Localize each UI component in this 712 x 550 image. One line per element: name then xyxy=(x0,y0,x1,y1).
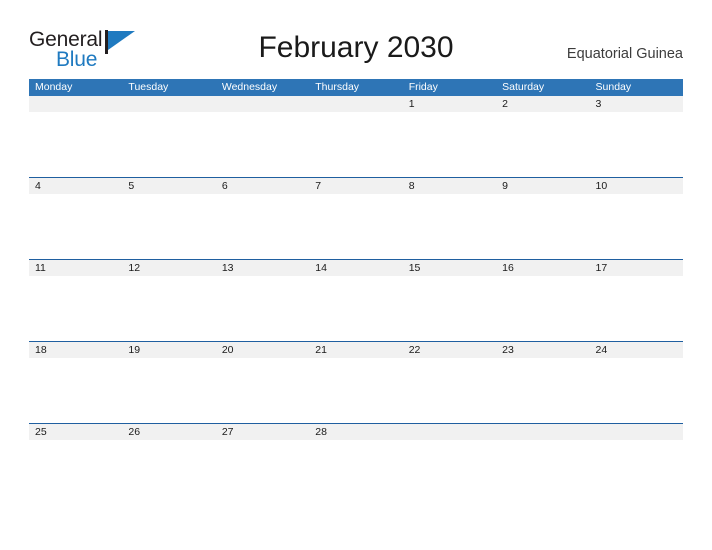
week-body[interactable] xyxy=(29,194,683,259)
day-cell[interactable]: 1 xyxy=(403,96,496,112)
day-cell[interactable] xyxy=(403,424,496,440)
weekday-header-monday: Monday xyxy=(35,81,73,93)
day-cell[interactable]: 26 xyxy=(122,424,215,440)
day-cell[interactable] xyxy=(29,96,122,112)
day-cell[interactable]: 24 xyxy=(590,342,683,358)
day-cell[interactable]: 15 xyxy=(403,260,496,276)
weekday-header-wednesday: Wednesday xyxy=(221,81,278,93)
day-cell[interactable]: 28 xyxy=(309,424,402,440)
day-cell[interactable]: 6 xyxy=(216,178,309,194)
day-cell[interactable]: 13 xyxy=(216,260,309,276)
date-strip: 25 26 27 28 xyxy=(29,424,683,440)
day-cell[interactable]: 27 xyxy=(216,424,309,440)
day-cell[interactable] xyxy=(122,96,215,112)
week-body[interactable] xyxy=(29,112,683,177)
day-cell[interactable]: 7 xyxy=(309,178,402,194)
date-strip: 1 2 3 xyxy=(29,96,683,112)
day-cell[interactable] xyxy=(496,424,589,440)
day-cell[interactable]: 4 xyxy=(29,178,122,194)
day-cell[interactable] xyxy=(309,96,402,112)
page-header: General Blue February 2030 Equatorial Gu… xyxy=(0,0,712,78)
day-cell[interactable]: 22 xyxy=(403,342,496,358)
weekday-header-row: Monday Tuesday Wednesday Thursday Friday… xyxy=(29,79,683,96)
week-body[interactable] xyxy=(29,358,683,423)
week-row: 4 5 6 7 8 9 10 xyxy=(29,177,683,259)
weekday-header-thursday: Thursday xyxy=(315,81,360,93)
region-label: Equatorial Guinea xyxy=(566,46,683,62)
day-cell[interactable]: 5 xyxy=(122,178,215,194)
day-cell[interactable]: 18 xyxy=(29,342,122,358)
day-cell[interactable]: 2 xyxy=(496,96,589,112)
day-cell[interactable]: 3 xyxy=(590,96,683,112)
week-row: 25 26 27 28 xyxy=(29,423,683,505)
day-cell[interactable]: 23 xyxy=(496,342,589,358)
weekday-header-saturday: Saturday xyxy=(502,81,545,93)
week-body[interactable] xyxy=(29,440,683,505)
day-cell[interactable]: 14 xyxy=(309,260,402,276)
day-cell[interactable]: 25 xyxy=(29,424,122,440)
week-row: 1 2 3 xyxy=(29,96,683,177)
day-cell[interactable]: 12 xyxy=(122,260,215,276)
calendar-grid: Monday Tuesday Wednesday Thursday Friday… xyxy=(29,79,683,505)
weekday-header-tuesday: Tuesday xyxy=(128,81,169,93)
day-cell[interactable] xyxy=(590,424,683,440)
day-cell[interactable]: 19 xyxy=(122,342,215,358)
day-cell[interactable]: 17 xyxy=(590,260,683,276)
weekday-header-sunday: Sunday xyxy=(595,81,632,93)
day-cell[interactable]: 11 xyxy=(29,260,122,276)
day-cell[interactable]: 9 xyxy=(496,178,589,194)
day-cell[interactable]: 10 xyxy=(590,178,683,194)
date-strip: 11 12 13 14 15 16 17 xyxy=(29,260,683,276)
day-cell[interactable]: 16 xyxy=(496,260,589,276)
week-row: 18 19 20 21 22 23 24 xyxy=(29,341,683,423)
day-cell[interactable]: 20 xyxy=(216,342,309,358)
calendar-page: General Blue February 2030 Equatorial Gu… xyxy=(0,0,712,550)
day-cell[interactable]: 8 xyxy=(403,178,496,194)
day-cell[interactable] xyxy=(216,96,309,112)
weekday-header-friday: Friday xyxy=(408,81,438,93)
week-row: 11 12 13 14 15 16 17 xyxy=(29,259,683,341)
day-cell[interactable]: 21 xyxy=(309,342,402,358)
date-strip: 4 5 6 7 8 9 10 xyxy=(29,178,683,194)
week-body[interactable] xyxy=(29,276,683,341)
date-strip: 18 19 20 21 22 23 24 xyxy=(29,342,683,358)
